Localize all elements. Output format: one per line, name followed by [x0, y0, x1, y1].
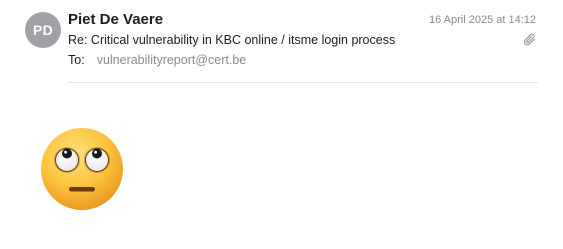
paperclip-icon[interactable] — [523, 32, 537, 48]
sender-avatar[interactable]: PD — [25, 12, 61, 48]
to-label: To: — [68, 53, 85, 67]
message-header: PD Piet De Vaere 16 April 2025 at 14:12 … — [0, 0, 563, 82]
recipient-address[interactable]: vulnerabilityreport@cert.be — [97, 53, 247, 67]
message-subject: Re: Critical vulnerability in KBC online… — [68, 33, 396, 47]
header-divider — [68, 82, 538, 83]
recipient-row: To: vulnerabilityreport@cert.be — [68, 53, 246, 67]
face-with-rolling-eyes-icon — [41, 128, 123, 210]
email-view: PD Piet De Vaere 16 April 2025 at 14:12 … — [0, 0, 563, 249]
message-date: 16 April 2025 at 14:12 — [428, 14, 536, 26]
sender-name[interactable]: Piet De Vaere — [68, 11, 163, 28]
